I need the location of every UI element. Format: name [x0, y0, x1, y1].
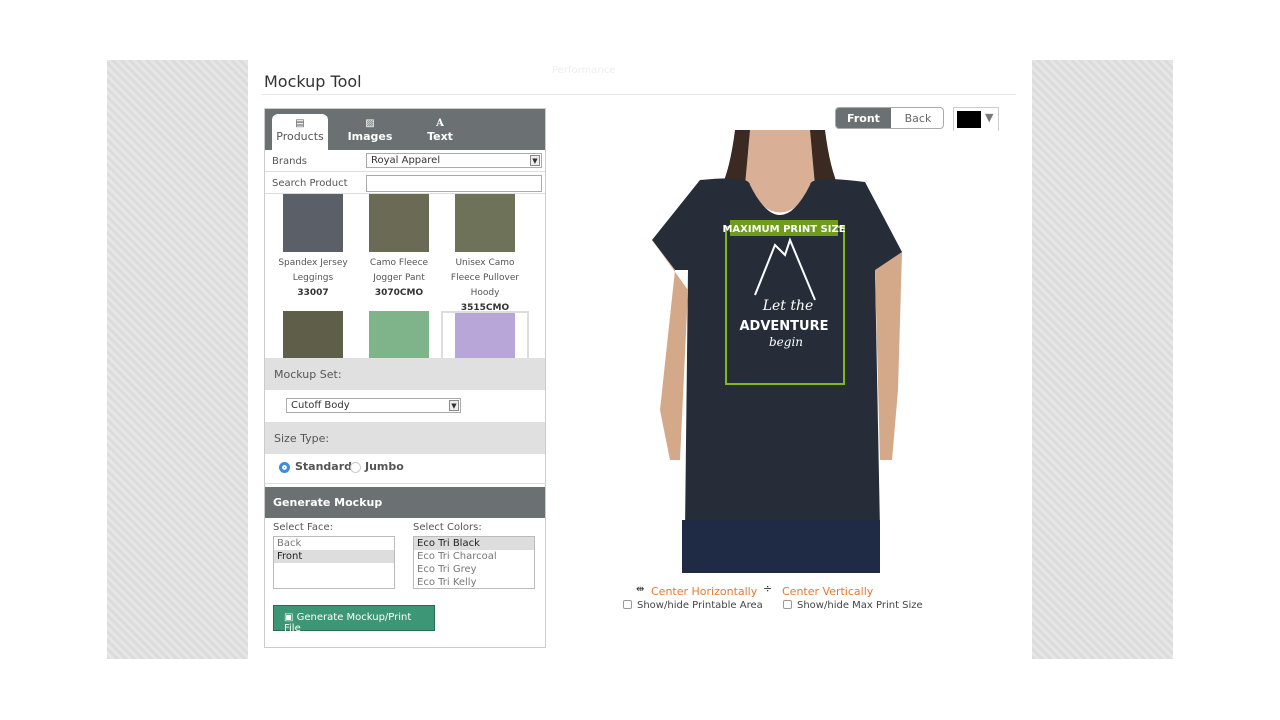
mockup-set-select[interactable]: Cutoff Body ▼	[286, 398, 461, 413]
tab-label: Images	[347, 130, 393, 143]
chevron-down-icon: ▼	[449, 400, 459, 411]
product-item[interactable]	[441, 311, 529, 358]
search-input[interactable]	[366, 175, 542, 192]
product-name: Camo Fleece Jogger Pant	[369, 258, 429, 283]
product-item[interactable]	[355, 311, 443, 358]
text-icon: A	[436, 118, 444, 129]
product-image	[455, 313, 515, 358]
select-face-label: Select Face:	[273, 522, 334, 533]
show-printable-checkbox[interactable]: Show/hide Printable Area	[623, 600, 763, 611]
center-horizontally-link[interactable]: Center Horizontally	[651, 585, 757, 598]
colors-list[interactable]: Eco Tri Black Eco Tri Charcoal Eco Tri G…	[413, 536, 535, 589]
radio-jumbo[interactable]	[350, 462, 361, 473]
face-option[interactable]: Back	[274, 537, 394, 550]
left-margin	[107, 60, 248, 659]
checkbox-label: Show/hide Printable Area	[637, 600, 763, 611]
generate-label: Generate Mockup/Print File	[284, 612, 412, 634]
front-button[interactable]: Front	[836, 108, 891, 128]
product-item[interactable]	[269, 311, 357, 358]
radio-standard-label: Standard	[295, 460, 353, 473]
brands-value: Royal Apparel	[371, 155, 441, 166]
right-margin	[1032, 60, 1173, 659]
product-sku: 33007	[297, 288, 329, 298]
center-vertical-icon: ÷	[763, 582, 773, 595]
mockup-set-value: Cutoff Body	[291, 400, 350, 411]
generate-mockup-button[interactable]: ▣ Generate Mockup/Print File	[273, 605, 435, 634]
size-type-header: Size Type:	[265, 422, 545, 454]
tab-products[interactable]: ▤ Products	[272, 114, 328, 150]
design-text: Let the	[762, 298, 814, 314]
product-name: Unisex Camo Fleece Pullover Hoody	[450, 258, 520, 298]
color-option[interactable]: Eco Tri Kelly	[414, 576, 534, 589]
tab-text[interactable]: A Text	[412, 114, 468, 150]
tshirt-mockup[interactable]: MAXIMUM PRINT SIZE Let the ADVENTURE beg…	[640, 130, 920, 573]
mockup-set-header: Mockup Set:	[265, 358, 545, 390]
tab-label: Products	[276, 130, 324, 143]
checkbox[interactable]	[783, 600, 792, 609]
tab-label: Text	[427, 130, 453, 143]
back-button[interactable]: Back	[891, 108, 943, 128]
tab-images[interactable]: ▨ Images	[342, 114, 398, 150]
product-name: Spandex Jersey Leggings	[278, 258, 348, 283]
color-option[interactable]: Eco Tri Grey	[414, 563, 534, 576]
product-image	[369, 194, 429, 252]
select-colors-label: Select Colors:	[413, 522, 482, 533]
table-icon: ▤	[295, 118, 305, 129]
product-image	[369, 311, 429, 358]
brands-select[interactable]: Royal Apparel ▼	[366, 153, 542, 168]
product-sku: 3070CMO	[374, 288, 424, 298]
product-grid[interactable]: Spandex Jersey Leggings 33007 Camo Fleece …	[265, 194, 545, 358]
product-item[interactable]: Unisex Camo Fleece Pullover Hoody 3515CMO	[441, 194, 529, 316]
product-image	[455, 194, 515, 252]
face-option[interactable]: Front	[274, 550, 394, 563]
jeans	[682, 520, 880, 573]
brands-label: Brands	[272, 156, 307, 167]
page-title: Mockup Tool	[264, 72, 362, 91]
color-swatch-picker[interactable]: ▼	[953, 107, 999, 131]
checkbox[interactable]	[623, 600, 632, 609]
faint-label: Performance	[552, 65, 616, 76]
product-image	[283, 194, 343, 252]
generate-mockup-header: Generate Mockup	[265, 487, 545, 518]
show-max-print-checkbox[interactable]: Show/hide Max Print Size	[783, 600, 923, 611]
face-toggle: Front Back	[835, 107, 944, 129]
design-text: ADVENTURE	[740, 319, 829, 334]
radio-standard[interactable]	[279, 462, 290, 473]
color-swatch	[957, 111, 981, 128]
product-item[interactable]: Camo Fleece Jogger Pant 3070CMO	[355, 194, 443, 301]
tab-bar: ▤ Products ▨ Images A Text	[265, 109, 545, 150]
divider	[262, 94, 1016, 95]
radio-jumbo-label: Jumbo	[365, 460, 404, 473]
image-icon: ▨	[365, 118, 375, 129]
brands-row: Brands Royal Apparel ▼	[265, 150, 545, 172]
checkbox-label: Show/hide Max Print Size	[797, 600, 923, 611]
center-horizontal-icon: ⇹	[636, 584, 645, 595]
search-label: Search Product	[272, 178, 348, 189]
color-option[interactable]: Eco Tri Charcoal	[414, 550, 534, 563]
color-option[interactable]: Eco Tri Black	[414, 537, 534, 550]
chevron-down-icon: ▼	[530, 155, 540, 166]
side-panel: ▤ Products ▨ Images A Text Brands Royal App…	[264, 108, 546, 648]
design-text: begin	[769, 335, 803, 349]
product-image	[283, 311, 343, 358]
face-list[interactable]: Back Front	[273, 536, 395, 589]
max-print-label: MAXIMUM PRINT SIZE	[722, 224, 845, 235]
product-item[interactable]: Spandex Jersey Leggings 33007	[269, 194, 357, 301]
chevron-down-icon: ▼	[985, 111, 994, 124]
center-vertically-link[interactable]: Center Vertically	[782, 585, 873, 598]
image-icon: ▣	[284, 612, 297, 623]
search-row: Search Product	[265, 172, 545, 194]
